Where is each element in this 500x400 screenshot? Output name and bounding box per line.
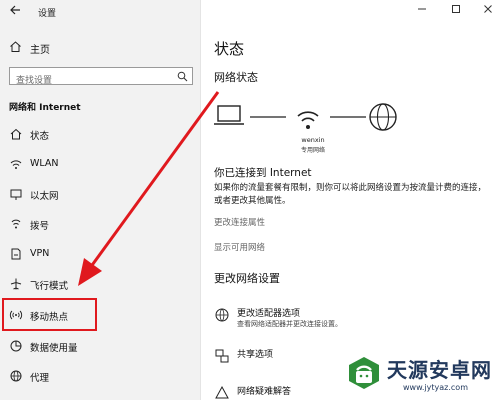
network-name: wenxin <box>301 136 325 144</box>
search-box[interactable] <box>9 67 193 89</box>
change-connection-properties-link[interactable]: 更改连接属性 <box>214 216 265 228</box>
sidebar-item-label: 拨号 <box>30 221 50 232</box>
option-title: 共享选项 <box>237 350 274 360</box>
watermark-name: 天源安卓网 <box>387 358 492 382</box>
sidebar-item-label: 以太网 <box>30 191 59 202</box>
close-button[interactable] <box>481 4 495 18</box>
option-title: 网络疑难解答 <box>237 387 292 397</box>
maximize-button[interactable] <box>449 4 463 18</box>
sidebar-item-ethernet[interactable]: 以太网 <box>0 182 201 206</box>
sidebar-item-label: VPN <box>30 248 50 259</box>
network-status-heading: 网络状态 <box>214 71 258 84</box>
minimize-button[interactable] <box>415 4 429 18</box>
sidebar-item-status[interactable]: 状态 <box>0 122 201 146</box>
show-available-networks-link[interactable]: 显示可用网络 <box>214 241 265 253</box>
sidebar-item-dialup[interactable]: 拨号 <box>0 212 201 236</box>
sidebar-item-wlan[interactable]: WLAN <box>0 152 201 176</box>
app-title: 设置 <box>38 9 57 19</box>
sidebar: 设置 主页 网络和 Internet 状态 WLAN 以太网 拨号 VPN 飞行… <box>0 0 201 400</box>
connected-description: 如果你的流量套餐有限制，则你可以将此网络设置为按流量计费的连接，或者更改其他属性… <box>214 183 487 206</box>
title-bar: 设置 <box>0 0 201 24</box>
option-title: 更改适配器选项 <box>237 309 301 319</box>
sidebar-item-label: 数据使用量 <box>30 343 78 354</box>
sidebar-item-label: 状态 <box>30 131 50 142</box>
adapter-icon <box>215 308 229 322</box>
globe-icon <box>369 103 397 131</box>
search-input[interactable] <box>10 73 170 89</box>
sidebar-home-label: 主页 <box>30 45 50 56</box>
wifi-icon <box>297 111 319 129</box>
maximize-icon <box>452 5 460 13</box>
sidebar-item-label: 代理 <box>30 373 50 384</box>
vpn-icon <box>11 248 21 260</box>
connected-heading: 你已连接到 Internet <box>214 167 312 179</box>
sidebar-item-airplane-mode[interactable]: 飞行模式 <box>0 272 201 296</box>
annotation-highlight-box <box>2 298 97 331</box>
home-icon <box>10 128 22 140</box>
sidebar-item-label: 飞行模式 <box>30 281 69 292</box>
airplane-icon <box>10 278 22 290</box>
troubleshoot-icon <box>215 385 229 399</box>
section-title: 网络和 Internet <box>9 103 81 113</box>
home-icon <box>10 41 21 52</box>
option-description: 查看网络适配器并更改连接设置。 <box>237 320 342 328</box>
change-network-settings-heading: 更改网络设置 <box>214 272 280 285</box>
sidebar-item-vpn[interactable]: VPN <box>0 242 201 266</box>
ethernet-icon <box>10 189 22 200</box>
page-title: 状态 <box>214 40 245 58</box>
network-diagram <box>214 103 397 131</box>
minimize-icon <box>418 8 426 10</box>
sidebar-item-proxy[interactable]: 代理 <box>0 364 201 388</box>
wifi-icon <box>10 160 22 169</box>
close-icon <box>484 5 492 13</box>
sidebar-item-data-usage[interactable]: 数据使用量 <box>0 334 201 358</box>
sharing-icon <box>215 349 229 363</box>
back-button[interactable] <box>9 4 23 18</box>
sidebar-item-home[interactable]: 主页 <box>0 38 201 56</box>
back-arrow-icon <box>10 5 20 15</box>
watermark-logo-icon <box>349 357 379 389</box>
network-type: 专用网络 <box>300 147 325 154</box>
data-usage-icon <box>10 340 22 352</box>
phone-icon <box>11 219 21 229</box>
watermark: 天源安卓网 www.jytyaz.com <box>345 352 500 398</box>
search-icon[interactable] <box>177 71 188 82</box>
watermark-url: www.jytyaz.com <box>403 383 468 392</box>
window-controls <box>201 0 500 24</box>
change-adapter-options[interactable]: 更改适配器选项 查看网络适配器并更改连接设置。 <box>214 305 494 335</box>
sidebar-item-label: WLAN <box>30 158 59 169</box>
laptop-icon <box>214 105 244 125</box>
globe-icon <box>10 370 22 382</box>
